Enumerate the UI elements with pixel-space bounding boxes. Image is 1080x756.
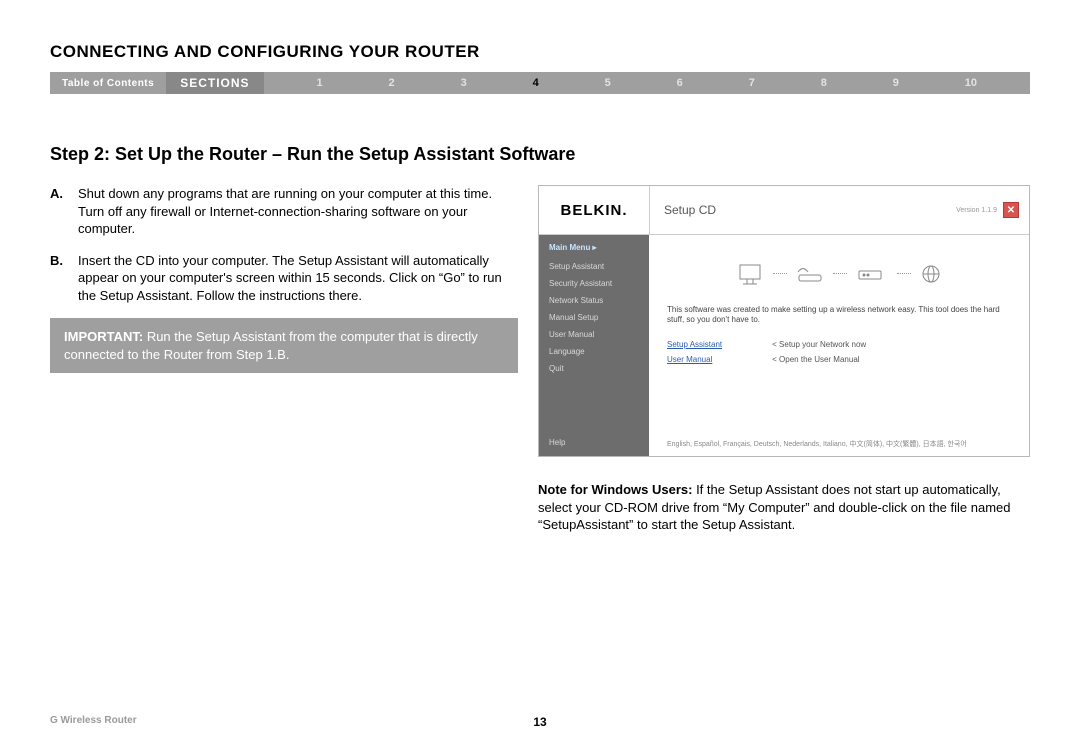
globe-icon — [921, 264, 941, 284]
page-footer: G Wireless Router 13 — [50, 715, 1030, 726]
cd-description: This software was created to make settin… — [667, 305, 1011, 326]
nav-link-7[interactable]: 7 — [749, 77, 755, 89]
instruction-b-text: Insert the CD into your computer. The Se… — [78, 252, 518, 305]
cd-sidebar: Main Menu ▸ Setup Assistant Security Ass… — [539, 235, 649, 457]
cd-title: Setup CD — [649, 186, 956, 234]
setup-cd-screenshot: BELKIN. Setup CD Version 1.1.9 ✕ Main Me… — [538, 185, 1030, 457]
nav-link-8[interactable]: 8 — [821, 77, 827, 89]
router-icon — [797, 265, 823, 283]
nav-toc-link[interactable]: Table of Contents — [50, 78, 166, 89]
cd-link-desc-manual: < Open the User Manual — [772, 355, 866, 364]
cd-version: Version 1.1.9 — [956, 207, 997, 214]
footer-page-number: 13 — [533, 715, 546, 729]
nav-link-10[interactable]: 10 — [965, 77, 977, 89]
important-label: IMPORTANT: — [64, 329, 143, 344]
cd-side-setup-assistant[interactable]: Setup Assistant — [539, 258, 649, 275]
important-note: IMPORTANT: Run the Setup Assistant from … — [50, 318, 518, 373]
nav-bar: Table of Contents SECTIONS 1 2 3 4 5 6 7… — [50, 72, 1030, 94]
modem-icon — [857, 265, 887, 283]
cd-link-setup-assistant[interactable]: Setup Assistant — [667, 340, 722, 349]
belkin-logo: BELKIN. — [539, 202, 649, 219]
cd-side-help[interactable]: Help — [539, 430, 649, 457]
nav-link-9[interactable]: 9 — [893, 77, 899, 89]
windows-note: Note for Windows Users: If the Setup Ass… — [538, 481, 1030, 534]
close-icon[interactable]: ✕ — [1003, 202, 1019, 218]
cd-languages: English, Español, Français, Deutsch, Ned… — [667, 429, 1011, 449]
network-diagram-icon — [667, 249, 1011, 299]
step-title: Step 2: Set Up the Router – Run the Setu… — [50, 144, 1030, 165]
nav-link-5[interactable]: 5 — [605, 77, 611, 89]
section-header: CONNECTING AND CONFIGURING YOUR ROUTER — [50, 42, 1030, 62]
cd-side-quit[interactable]: Quit — [539, 360, 649, 377]
nav-link-4[interactable]: 4 — [533, 77, 539, 89]
nav-link-2[interactable]: 2 — [389, 77, 395, 89]
cd-side-language[interactable]: Language — [539, 343, 649, 360]
cd-side-security-assistant[interactable]: Security Assistant — [539, 275, 649, 292]
instruction-b: B. Insert the CD into your computer. The… — [50, 252, 518, 305]
instruction-a-label: A. — [50, 185, 78, 238]
nav-link-1[interactable]: 1 — [317, 77, 323, 89]
monitor-icon — [737, 262, 763, 286]
cd-side-network-status[interactable]: Network Status — [539, 292, 649, 309]
cd-link-desc-setup: < Setup your Network now — [772, 340, 866, 349]
nav-sections-label: SECTIONS — [166, 72, 263, 94]
windows-note-label: Note for Windows Users: — [538, 482, 692, 497]
instruction-b-label: B. — [50, 252, 78, 305]
cd-side-main-menu[interactable]: Main Menu ▸ — [539, 235, 649, 258]
nav-section-links: 1 2 3 4 5 6 7 8 9 10 — [264, 77, 1030, 89]
nav-link-3[interactable]: 3 — [461, 77, 467, 89]
cd-side-user-manual[interactable]: User Manual — [539, 326, 649, 343]
nav-link-6[interactable]: 6 — [677, 77, 683, 89]
instruction-a-text: Shut down any programs that are running … — [78, 185, 518, 238]
cd-side-manual-setup[interactable]: Manual Setup — [539, 309, 649, 326]
cd-link-user-manual[interactable]: User Manual — [667, 355, 712, 364]
instruction-a: A. Shut down any programs that are runni… — [50, 185, 518, 238]
